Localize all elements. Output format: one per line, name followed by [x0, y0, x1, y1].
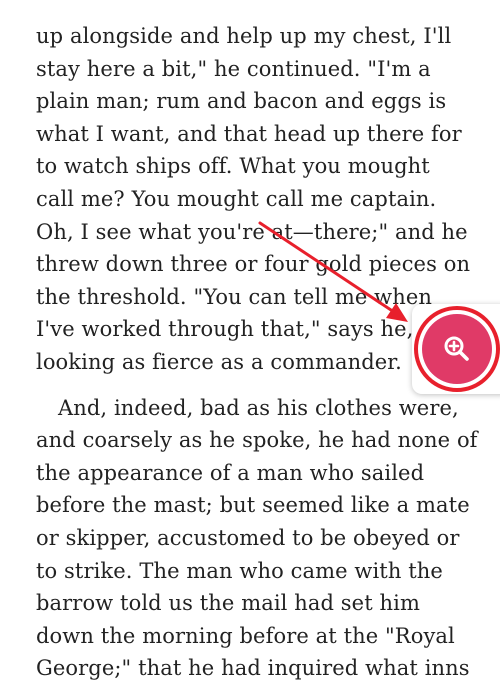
book-text: up alongside and help up my chest, I'll …: [36, 20, 478, 684]
text-line: Oh, I see what you're at—there;" and he: [36, 219, 468, 244]
text-line: down the morning before at the "Royal: [36, 623, 455, 648]
text-line: barrow told us the mail had set him: [36, 591, 420, 616]
text-line: stay here a bit," he continued. "I'm a: [36, 56, 431, 81]
text-line: George;" that he had inquired what inns: [36, 656, 470, 681]
text-line: call me? You mought call me captain.: [36, 186, 437, 211]
reader-page: up alongside and help up my chest, I'll …: [0, 0, 500, 684]
paragraph-break: [36, 379, 472, 392]
text-line: I've worked through that," says he,: [36, 317, 414, 342]
text-line: looking as fierce as a commander.: [36, 349, 402, 374]
text-line: to strike. The man who came with the: [36, 558, 443, 583]
text-line: or skipper, accustomed to be obeyed or: [36, 525, 460, 550]
text-line: threw down three or four gold pieces on: [36, 252, 471, 277]
text-line: before the mast; but seemed like a mate: [36, 493, 470, 518]
text-line: and coarsely as he spoke, he had none of: [36, 428, 478, 453]
text-line: plain man; rum and bacon and eggs is: [36, 89, 447, 114]
text-line: the threshold. "You can tell me when: [36, 284, 433, 309]
text-line: the appearance of a man who sailed: [36, 460, 425, 485]
zoom-in-icon: [444, 336, 469, 361]
zoom-in-button[interactable]: [422, 314, 492, 384]
text-line: to watch ships off. What you mought: [36, 154, 430, 179]
text-line: And, indeed, bad as his clothes were,: [58, 395, 459, 420]
text-line: what I want, and that head up there for: [36, 121, 462, 146]
text-line: up alongside and help up my chest, I'll: [36, 24, 452, 48]
